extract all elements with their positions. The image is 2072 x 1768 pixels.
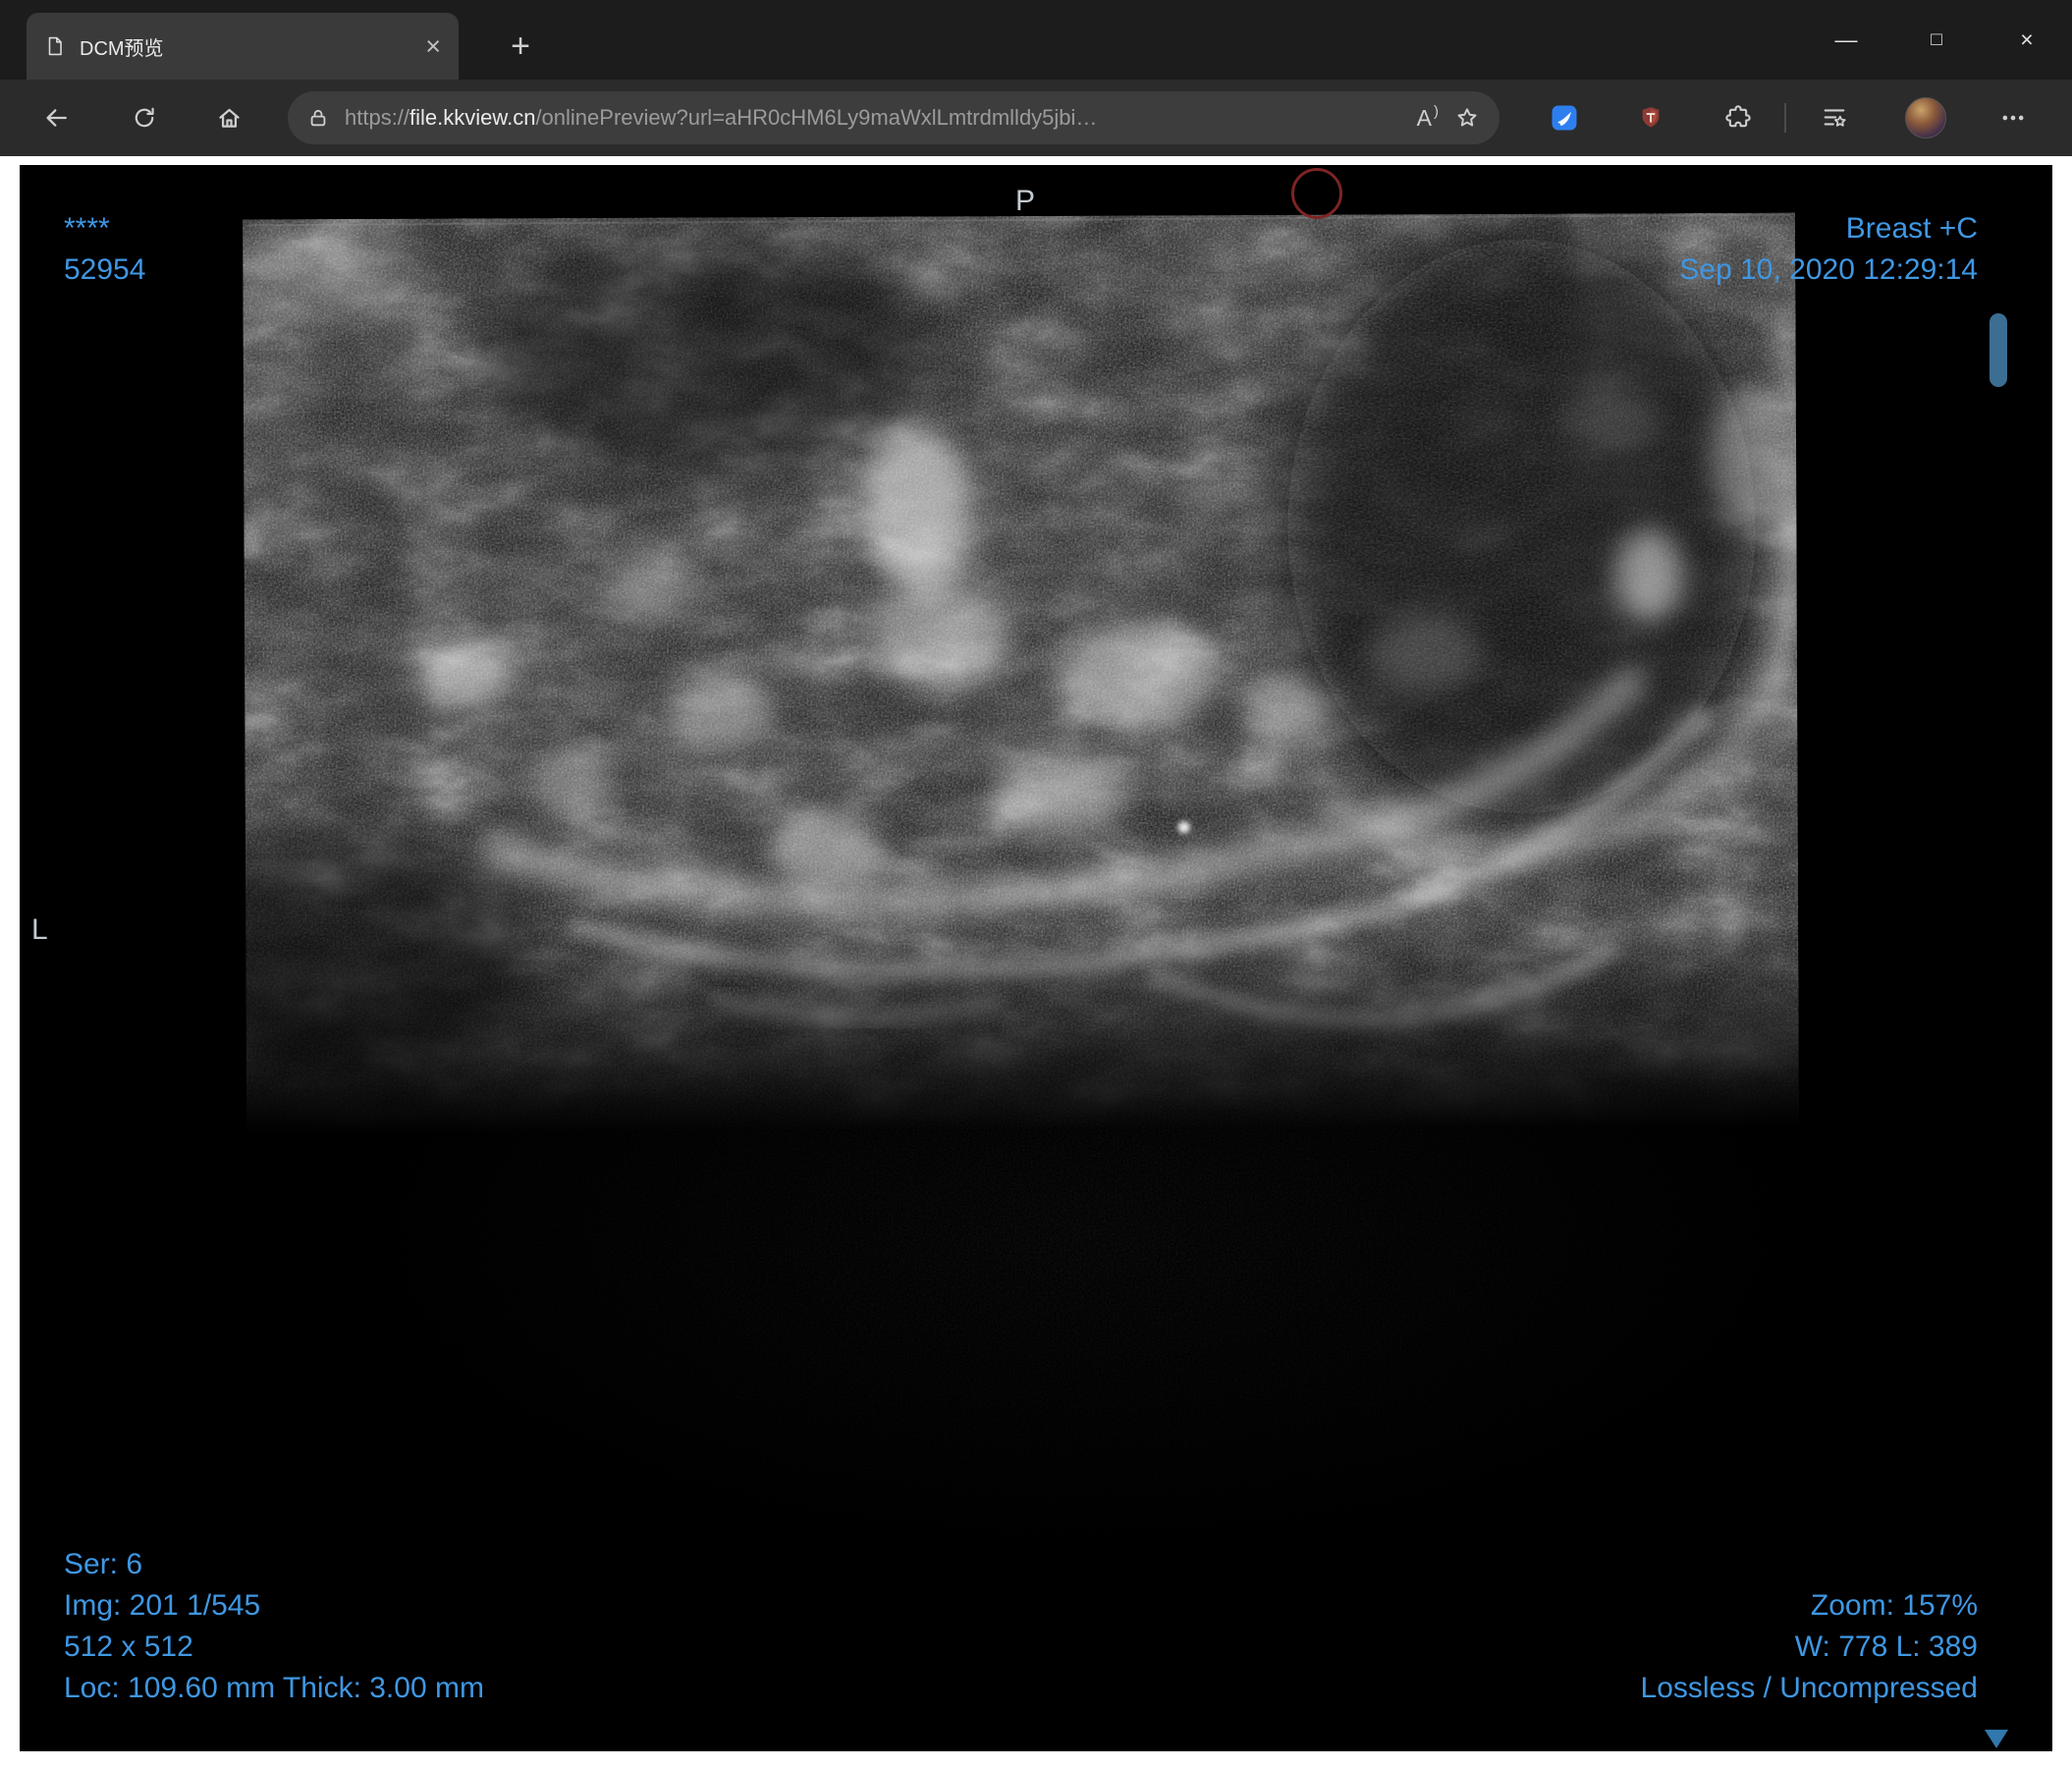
- settings-menu-icon: [2002, 115, 2024, 121]
- back-button[interactable]: [35, 96, 79, 139]
- mri-scan-image: [158, 212, 1804, 1579]
- scroll-down-arrow-icon[interactable]: [1985, 1730, 2008, 1748]
- minimize-button[interactable]: —: [1801, 0, 1891, 80]
- toolbar-divider: [1784, 103, 1786, 133]
- tab-title: DCM预览: [80, 37, 164, 60]
- tab-strip: DCM预览 × + — □ ×: [0, 0, 2072, 80]
- tab-dcm-preview[interactable]: DCM预览 ×: [27, 13, 459, 80]
- address-bar[interactable]: https://file.kkview.cn/onlinePreview?url…: [288, 91, 1499, 144]
- extension-shield-icon: [1642, 107, 1660, 128]
- frame-scrollbar-thumb[interactable]: [1990, 313, 2007, 387]
- settings-menu-button[interactable]: [1991, 96, 2035, 139]
- home-icon: [218, 108, 240, 128]
- extension-shield-button[interactable]: [1629, 96, 1672, 139]
- zoom-level: Zoom: 157%: [1810, 1589, 1978, 1622]
- url-text: https://file.kkview.cn/onlinePreview?url…: [345, 105, 1401, 131]
- orientation-marker-left: L: [31, 913, 48, 946]
- favorite-star-icon[interactable]: [1454, 105, 1480, 131]
- series-number: Ser: 6: [64, 1548, 143, 1580]
- new-tab-button[interactable]: +: [499, 25, 542, 68]
- window-level: W: 778 L: 389: [1794, 1630, 1978, 1663]
- url-path: /onlinePreview?url=aHR0cHM6Ly9maWxlLmtrd…: [535, 105, 1098, 130]
- browser-window: DCM预览 × + — □ × https://file.kkview.cn/o…: [0, 0, 2072, 1768]
- refresh-button[interactable]: [123, 96, 166, 139]
- tab-close-icon[interactable]: ×: [425, 32, 441, 60]
- profile-avatar[interactable]: [1905, 97, 1946, 138]
- slice-location: Loc: 109.60 mm Thick: 3.00 mm: [64, 1672, 484, 1704]
- favorites-bar-button[interactable]: [1813, 96, 1856, 139]
- refresh-icon: [135, 107, 154, 128]
- extensions-puzzle-icon: [1725, 105, 1751, 128]
- favorites-bar-icon: [1824, 109, 1846, 127]
- orientation-marker-posterior: P: [1015, 185, 1036, 217]
- overlay-display-info: Zoom: 157% W: 778 L: 389 Lossless / Unco…: [1641, 1585, 1978, 1709]
- image-matrix: 512 x 512: [64, 1630, 193, 1663]
- overlay-study-info: Breast +C Sep 10, 2020 12:29:14: [1679, 208, 1978, 291]
- navigation-bar: https://file.kkview.cn/onlinePreview?url…: [0, 80, 2072, 156]
- home-button[interactable]: [207, 96, 250, 139]
- back-icon: [46, 109, 67, 127]
- compression-info: Lossless / Uncompressed: [1640, 1672, 1978, 1704]
- extension-translate-icon: [1552, 105, 1577, 131]
- patient-id-masked: ****: [64, 212, 110, 245]
- page-background: **** 52954 P L Breast +C Sep 10, 2020 12…: [0, 156, 2072, 1768]
- overlay-patient-info: **** 52954: [64, 208, 145, 291]
- document-icon: [44, 35, 66, 57]
- overlay-series-info: Ser: 6 Img: 201 1/545 512 x 512 Loc: 109…: [64, 1544, 484, 1709]
- url-protocol: https://: [345, 105, 410, 130]
- read-aloud-icon[interactable]: A): [1417, 104, 1439, 130]
- dicom-viewer-canvas[interactable]: **** 52954 P L Breast +C Sep 10, 2020 12…: [20, 165, 2052, 1751]
- window-close-button[interactable]: ×: [1982, 0, 2072, 80]
- study-datetime: Sep 10, 2020 12:29:14: [1679, 253, 1978, 286]
- annotation-circle: [1291, 168, 1342, 219]
- extensions-button[interactable]: [1717, 96, 1760, 139]
- study-description: Breast +C: [1845, 212, 1978, 245]
- patient-number: 52954: [64, 253, 146, 286]
- url-domain: file.kkview.cn: [409, 105, 536, 130]
- image-number: Img: 201 1/545: [64, 1589, 261, 1622]
- window-controls: — □ ×: [1801, 0, 2072, 80]
- extension-translate-button[interactable]: [1543, 96, 1586, 139]
- maximize-button[interactable]: □: [1891, 0, 1982, 80]
- lock-icon[interactable]: [307, 107, 329, 129]
